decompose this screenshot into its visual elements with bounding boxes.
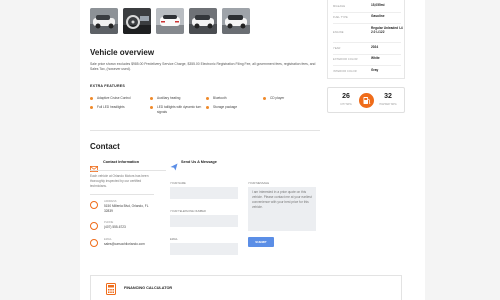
features-title: Extra Features <box>90 84 125 88</box>
email-field-label: Email <box>170 238 178 241</box>
feature-item: LED taillights with dynamic turn signals <box>157 105 202 114</box>
message-field[interactable]: I am interested in a price quote on this… <box>248 187 316 231</box>
email-field[interactable] <box>170 243 238 255</box>
email-value[interactable]: sales@carsochilorlando.com <box>104 242 145 247</box>
check-icon <box>263 97 267 101</box>
spec-label: Interior color <box>333 70 357 73</box>
city-mpg-label: City MPG <box>340 103 352 106</box>
message-field-label: Your message <box>248 182 270 185</box>
spec-value: 2024 <box>371 45 379 49</box>
feature-item: Adaptive Cruise Control <box>97 96 131 100</box>
gas-pump-icon <box>359 93 374 108</box>
contact-title: Contact <box>90 142 120 151</box>
spec-row: Engine Regular Unleaded I-4 2.0 L/122 <box>333 26 403 40</box>
check-icon <box>90 97 94 101</box>
feature-item: Full LED headlights <box>97 105 125 109</box>
spec-label: Year <box>333 47 341 50</box>
spec-value: Gray <box>371 68 379 72</box>
gallery-thumbnail[interactable] <box>90 8 118 34</box>
divider <box>90 194 154 195</box>
spec-label: Exterior color <box>333 58 358 61</box>
submit-button[interactable]: Submit <box>248 237 274 247</box>
tab-send-message[interactable]: Send Us A Message <box>181 160 217 164</box>
name-field-label: Your name <box>170 182 186 185</box>
telephone-field[interactable] <box>170 215 238 227</box>
tab-contact-information[interactable]: Contact Information <box>103 160 139 164</box>
specs-panel: Mileage 15,055mi Fuel type Gasoline Engi… <box>327 0 405 79</box>
check-icon <box>206 106 210 110</box>
calculator-icon <box>106 282 116 300</box>
phone-value[interactable]: (407) 555-6723 <box>104 225 126 230</box>
check-icon <box>150 106 154 110</box>
highway-mpg-label: Highway MPG <box>379 103 397 106</box>
email-label: Email <box>104 238 112 241</box>
calculator-title: Financing Calculator <box>124 286 173 290</box>
check-icon <box>90 106 94 110</box>
name-field[interactable] <box>170 187 238 199</box>
overview-title: Vehicle overview <box>90 48 155 57</box>
financing-calculator: Financing Calculator <box>90 275 402 300</box>
spec-label: Fuel type <box>333 16 348 19</box>
check-icon <box>206 97 210 101</box>
gallery-thumbnail[interactable] <box>222 8 250 34</box>
spec-value: Gasoline <box>371 14 385 18</box>
spec-value: White <box>371 56 380 60</box>
spec-label: Engine <box>333 31 344 34</box>
spec-row: Exterior color White <box>333 56 403 65</box>
divider <box>333 65 401 66</box>
spec-row: Fuel type Gasoline <box>333 14 403 23</box>
gallery-thumbnail[interactable] <box>156 8 184 34</box>
spec-label: Mileage <box>333 5 346 8</box>
divider <box>333 42 401 43</box>
city-mpg-value: 26 <box>342 93 350 100</box>
fuel-economy-box: 26 City MPG 32 Highway MPG <box>327 87 405 113</box>
gallery-thumbnail[interactable] <box>189 8 217 34</box>
email-icon <box>90 239 98 247</box>
phone-icon <box>90 222 98 230</box>
spec-row: Year 2024 <box>333 45 403 54</box>
location-icon <box>90 201 98 209</box>
overview-text: Sale price shown excludes $985.00 Predel… <box>90 62 316 72</box>
spec-row: Interior color Gray <box>333 68 403 77</box>
divider <box>333 12 401 13</box>
divider <box>333 23 401 24</box>
telephone-field-label: Your telephone number <box>170 210 206 213</box>
feature-item: Storage package <box>213 105 238 109</box>
spec-row: Mileage 15,055mi <box>333 3 403 12</box>
feature-item: CD player <box>270 96 285 100</box>
check-icon <box>150 97 154 101</box>
gallery-thumbnail[interactable] <box>123 8 151 34</box>
phone-label: Phone <box>104 221 114 224</box>
divider <box>333 54 401 55</box>
contact-intro: Each vehicle at Orlando Motors has been … <box>90 174 149 188</box>
feature-item: Bluetooth <box>213 96 227 100</box>
spec-value: Regular Unleaded I-4 2.0 L/122 <box>371 26 403 34</box>
paper-plane-icon <box>170 158 178 176</box>
feature-item: Auxiliary heating <box>157 96 181 100</box>
spec-value: 15,055mi <box>371 3 385 7</box>
listing-page: Mileage 15,055mi Fuel type Gasoline Engi… <box>80 0 425 300</box>
address-value: 5150 Millenia Blvd, Orlando, FL 32839 <box>104 204 149 213</box>
address-label: Address <box>104 200 117 203</box>
highway-mpg-value: 32 <box>384 93 392 100</box>
divider <box>90 170 166 171</box>
section-divider <box>90 130 320 131</box>
